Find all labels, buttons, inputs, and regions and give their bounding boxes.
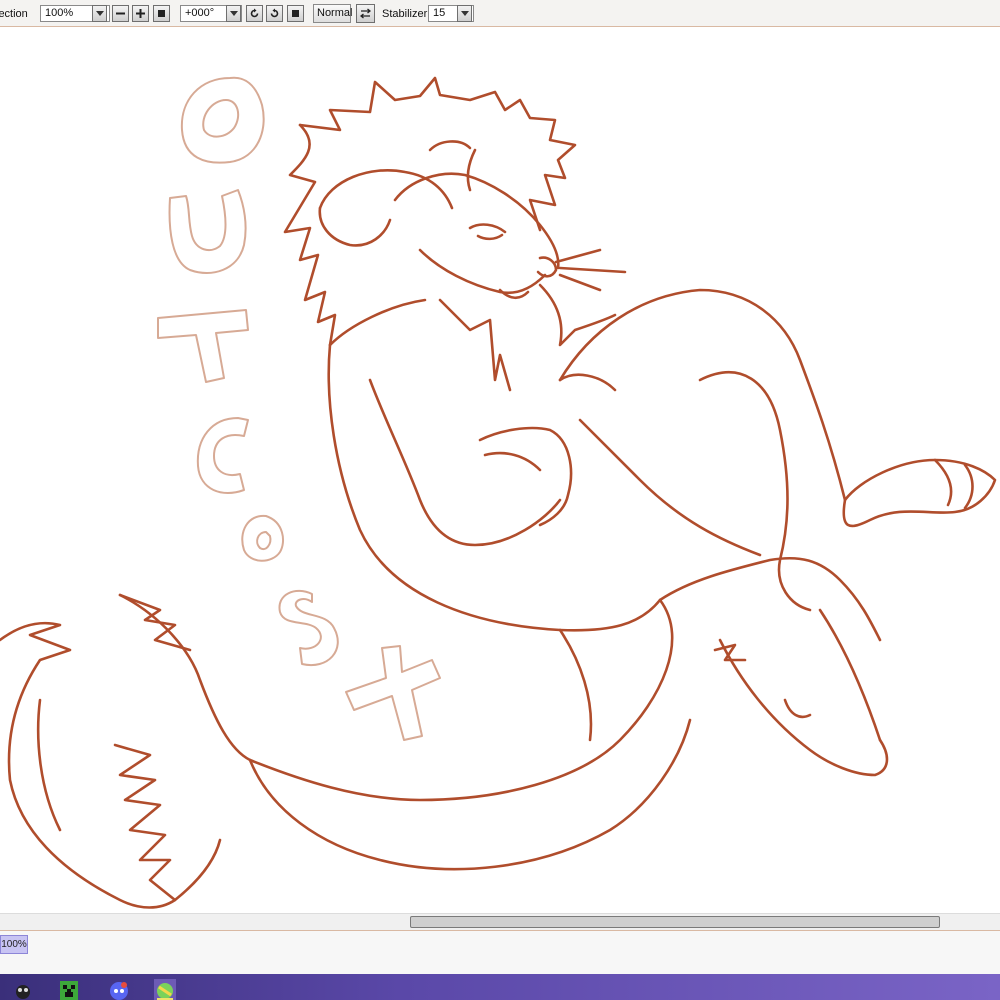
- discord-icon[interactable]: [108, 979, 130, 1000]
- rotate-right-icon: [270, 8, 279, 18]
- stabilizer-label: Stabilizer: [382, 8, 428, 20]
- zoom-in-button[interactable]: [132, 5, 149, 22]
- stabilizer-dropdown-value: 15: [433, 7, 446, 19]
- selection-label: lection: [0, 8, 28, 20]
- drawing-canvas[interactable]: [0, 27, 1000, 913]
- scrollbar-thumb[interactable]: [410, 916, 940, 928]
- rotation-dropdown-arrow-icon[interactable]: [226, 5, 241, 22]
- flip-icon: [360, 8, 371, 19]
- minecraft-icon[interactable]: [58, 979, 80, 1000]
- zoom-dropdown-value: 100%: [45, 7, 74, 19]
- rotate-left-icon: [250, 8, 259, 18]
- stabilizer-dropdown-arrow-icon[interactable]: [457, 5, 472, 22]
- rotate-right-button[interactable]: [266, 5, 283, 22]
- app-icon[interactable]: [12, 979, 34, 1000]
- square-icon: [158, 10, 165, 17]
- zoom-dropdown-arrow-icon[interactable]: [92, 5, 107, 22]
- character-lineart: [0, 76, 997, 909]
- paint-app-icon[interactable]: [154, 979, 176, 1000]
- paint-app-window: lection 100% +000° Normal: [0, 0, 1000, 1000]
- status-bar: 100%: [0, 930, 1000, 974]
- blend-mode-button[interactable]: Normal: [313, 4, 353, 23]
- square-icon: [292, 10, 299, 17]
- lineart-drawing: [0, 76, 997, 909]
- os-taskbar: [0, 974, 1000, 1000]
- minus-icon: [116, 12, 125, 15]
- plus-icon: [136, 9, 145, 18]
- blend-mode-label: Normal: [317, 7, 353, 19]
- zoom-readout[interactable]: 100%: [0, 935, 28, 954]
- horizontal-scrollbar[interactable]: [0, 913, 1000, 930]
- zoom-out-button[interactable]: [112, 5, 129, 22]
- rotation-dropdown-value: +000°: [185, 7, 215, 19]
- zoom-fit-button[interactable]: [153, 5, 170, 22]
- rotation-reset-button[interactable]: [287, 5, 304, 22]
- flip-horizontal-button[interactable]: [356, 4, 375, 23]
- top-toolbar: lection 100% +000° Normal: [0, 0, 1000, 27]
- rotate-left-button[interactable]: [246, 5, 263, 22]
